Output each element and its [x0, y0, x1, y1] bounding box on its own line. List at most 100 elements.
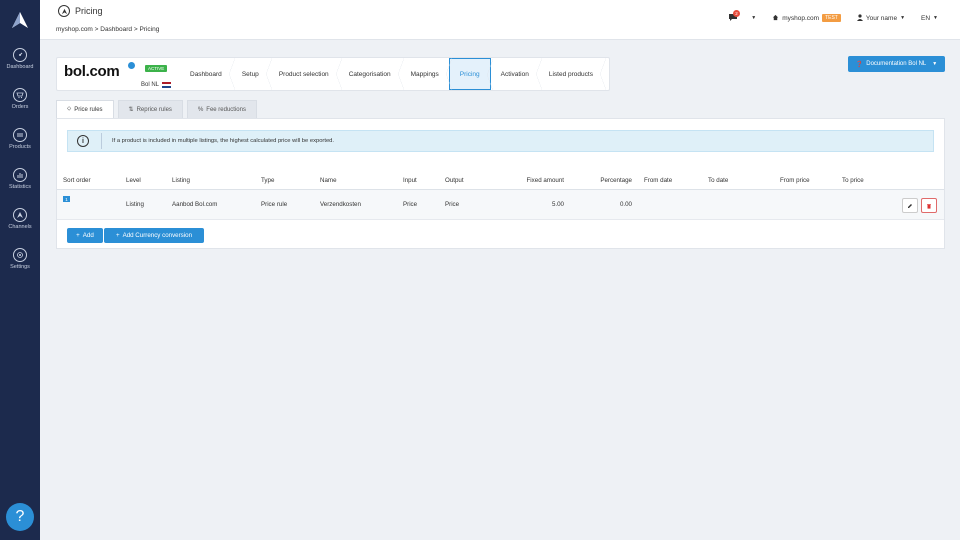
- question-circle-icon: ❓: [855, 61, 864, 68]
- tag-icon: ⬦: [67, 106, 72, 112]
- sidebar-item-channels[interactable]: Channels: [0, 206, 40, 242]
- sidebar-item-statistics[interactable]: Statistics: [0, 166, 40, 202]
- add-button-label: Add: [82, 232, 94, 239]
- col-type[interactable]: Type: [261, 171, 274, 189]
- cell-fixed-amount: 5.00: [551, 201, 564, 208]
- cell-output: Price: [445, 201, 460, 208]
- sidebar-item-products[interactable]: Products: [0, 126, 40, 162]
- col-output[interactable]: Output: [445, 171, 464, 189]
- tab-reprice-rules[interactable]: ⇅ Reprice rules: [117, 100, 183, 118]
- percent-icon: %: [197, 106, 204, 113]
- col-level[interactable]: Level: [126, 171, 141, 189]
- step-listed-products[interactable]: Listed products: [539, 58, 607, 90]
- user-icon: [856, 13, 863, 23]
- chevron-down-icon[interactable]: ▼: [900, 15, 905, 21]
- col-from-date[interactable]: From date: [644, 171, 672, 189]
- table-row[interactable]: 1 Listing Aanbod Bol.com Price rule Verz…: [57, 190, 944, 220]
- channel-logo: bol.com: [64, 63, 120, 80]
- wizard-steps: Dashboard Setup Product selection Catego…: [180, 58, 607, 91]
- sidebar: Dashboard Orders Products Statistics Cha…: [0, 0, 40, 540]
- sidebar-item-dashboard[interactable]: Dashboard: [0, 46, 40, 82]
- documentation-label: Documentation Bol NL: [866, 61, 927, 67]
- header-right: 2 ▼ myshop.com TEST Your name ▼ EN ▼: [728, 10, 938, 23]
- nl-flag-icon: [162, 82, 172, 88]
- language-selector[interactable]: EN: [921, 15, 930, 22]
- chevron-down-icon[interactable]: ▼: [933, 15, 938, 21]
- cell-input: Price: [403, 201, 418, 208]
- cell-level: Listing: [126, 201, 144, 208]
- sidebar-item-label: Products: [9, 144, 31, 150]
- cell-listing: Aanbod Bol.com: [172, 201, 218, 208]
- pricing-icon: [58, 5, 70, 17]
- plus-icon: +: [115, 232, 120, 239]
- step-dashboard[interactable]: Dashboard: [180, 58, 235, 90]
- statistics-icon: [13, 168, 27, 182]
- info-icon: i: [77, 135, 89, 147]
- sidebar-item-label: Statistics: [8, 184, 31, 190]
- messages-button[interactable]: 2: [728, 10, 740, 23]
- test-badge: TEST: [822, 14, 841, 22]
- chevron-down-icon: ▼: [932, 61, 938, 67]
- col-from-price[interactable]: From price: [780, 171, 810, 189]
- sort-icon: ⇅: [128, 107, 134, 113]
- products-icon: [13, 128, 27, 142]
- step-pricing[interactable]: Pricing: [448, 58, 493, 91]
- add-currency-conversion-button[interactable]: + Add Currency conversion: [104, 228, 204, 243]
- info-alert: i If a product is included in multiple l…: [67, 130, 934, 152]
- documentation-button[interactable]: ❓ Documentation Bol NL ▼: [848, 56, 945, 72]
- app-logo[interactable]: [0, 0, 40, 40]
- chevron-down-icon[interactable]: ▼: [751, 15, 756, 21]
- sidebar-item-label: Settings: [10, 264, 30, 270]
- tab-label: Fee reductions: [206, 106, 246, 113]
- table-header: Sort order Level Listing Type Name Input…: [57, 171, 944, 190]
- add-button[interactable]: + Add: [67, 228, 103, 243]
- plus-icon: +: [76, 232, 80, 239]
- sort-order-badge: 1: [63, 196, 70, 202]
- tab-label: Price rules: [74, 106, 103, 113]
- sidebar-item-label: Channels: [8, 224, 32, 230]
- sidebar-item-settings[interactable]: Settings: [0, 246, 40, 282]
- help-button[interactable]: ?: [6, 503, 34, 531]
- sidebar-item-orders[interactable]: Orders: [0, 86, 40, 122]
- status-badge: ACTIVE: [145, 65, 168, 72]
- step-setup[interactable]: Setup: [232, 58, 272, 90]
- delete-button[interactable]: [921, 198, 937, 213]
- settings-icon: [13, 248, 27, 262]
- pencil-icon: [908, 203, 912, 208]
- channel-country: Bol NL: [141, 82, 172, 88]
- col-listing[interactable]: Listing: [172, 171, 190, 189]
- channel-logo-dot: [127, 61, 136, 70]
- page-title-text: Pricing: [75, 6, 103, 16]
- col-to-date[interactable]: To date: [708, 171, 728, 189]
- channel-card: bol.com ACTIVE Bol NL Dashboard Setup Pr…: [56, 57, 610, 91]
- shop-name[interactable]: myshop.com: [782, 15, 819, 22]
- tab-label: Reprice rules: [136, 106, 172, 113]
- user-menu[interactable]: Your name: [866, 15, 897, 22]
- channel-name: Bol NL: [141, 82, 160, 88]
- cart-icon: [13, 88, 27, 102]
- step-activation[interactable]: Activation: [491, 58, 543, 90]
- col-to-price[interactable]: To price: [842, 171, 864, 189]
- step-mappings[interactable]: Mappings: [401, 58, 452, 90]
- edit-button[interactable]: [902, 198, 918, 213]
- top-header: Pricing myshop.com > Dashboard > Pricing…: [40, 0, 960, 40]
- col-input[interactable]: Input: [403, 171, 417, 189]
- step-categorisation[interactable]: Categorisation: [339, 58, 404, 90]
- trash-icon: [927, 203, 931, 209]
- cell-percentage: 0.00: [619, 201, 632, 208]
- sidebar-item-label: Dashboard: [6, 64, 34, 70]
- col-fixed-amount[interactable]: Fixed amount: [497, 171, 565, 189]
- tab-price-rules[interactable]: ⬦ Price rules: [56, 100, 114, 118]
- home-icon: [772, 14, 779, 23]
- add-currency-label: Add Currency conversion: [122, 232, 193, 239]
- price-rules-table: Sort order Level Listing Type Name Input…: [57, 171, 944, 220]
- col-percentage[interactable]: Percentage: [577, 171, 632, 189]
- col-name[interactable]: Name: [320, 171, 337, 189]
- tab-fee-reductions[interactable]: % Fee reductions: [186, 100, 257, 118]
- col-sort-order[interactable]: Sort order: [63, 171, 91, 189]
- messages-count-badge: 2: [733, 10, 740, 17]
- breadcrumb[interactable]: myshop.com > Dashboard > Pricing: [56, 26, 159, 33]
- dashboard-icon: [13, 48, 27, 62]
- step-product-selection[interactable]: Product selection: [269, 58, 342, 90]
- logo-icon: [12, 12, 28, 28]
